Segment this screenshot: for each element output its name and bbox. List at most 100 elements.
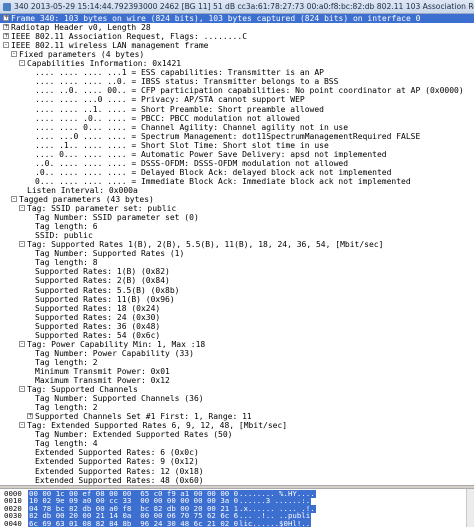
collapse-icon[interactable]: -: [11, 196, 17, 202]
packet-bytes-pane[interactable]: 0000 00 00 1c 00 ef 08 00 00 65 c0 f9 a1 …: [0, 489, 474, 527]
tree-row[interactable]: - Tag: Supported Rates 1(B), 2(B), 5.5(B)…: [0, 240, 474, 249]
tree-row[interactable]: .... .... .0.. .... = PBCC: PBCC modulat…: [0, 114, 474, 123]
collapse-icon[interactable]: -: [19, 340, 25, 347]
tree-row[interactable]: Supported Rates: 1(B) (0x82): [0, 267, 474, 276]
collapse-icon[interactable]: -: [3, 42, 9, 49]
tree-row[interactable]: Supported Rates: 24 (0x30): [0, 313, 474, 322]
tree-row[interactable]: Supported Rates: 2(B) (0x84): [0, 276, 474, 285]
tree-row[interactable]: ..0. .... .... .... = DSSS-OFDM: DSSS-OF…: [0, 159, 474, 168]
tree-row[interactable]: Tag Number: Supported Channels (36): [0, 394, 474, 403]
tree-row[interactable]: - Fixed parameters (4 bytes): [0, 50, 474, 59]
tree-row[interactable]: Supported Rates: 5.5(B) (0x8b): [0, 286, 474, 295]
tree-row[interactable]: + Frame 340: 103 bytes on wire (824 bits)…: [0, 14, 474, 23]
tree-row[interactable]: + IEEE 802.11 Association Request, Flags:…: [0, 32, 474, 41]
window-title: 340 2013-05-29 15:14:44.792393000 2462 […: [14, 2, 474, 11]
tree-row-label: Tagged parameters (43 bytes): [19, 195, 154, 204]
tree-row[interactable]: Tag length: 2: [0, 403, 474, 412]
tree-row[interactable]: Supported Rates: 18 (0x24): [0, 304, 474, 313]
tree-row[interactable]: 0... .... .... .... = Immediate Block Ac…: [0, 177, 474, 186]
expand-icon[interactable]: +: [3, 15, 9, 21]
collapse-icon[interactable]: -: [19, 386, 25, 393]
tree-row[interactable]: Tag length: 6: [0, 222, 474, 231]
tree-row[interactable]: .0.. .... .... .... = Delayed Block Ack:…: [0, 168, 474, 177]
expand-icon[interactable]: +: [27, 413, 33, 420]
tree-row[interactable]: Extended Supported Rates: 48 (0x60): [0, 476, 474, 485]
tree-row[interactable]: .... .... ...0 .... = Privacy: AP/STA ca…: [0, 95, 474, 104]
tree-row-label: ..0. .... .... .... = DSSS-OFDM: DSSS-OF…: [35, 158, 349, 168]
tree-row-label: SSID: public: [35, 231, 93, 241]
tree-row[interactable]: Minimum Transmit Power: 0x01: [0, 367, 474, 376]
tree-row-label: Tag: SSID parameter set: public: [27, 204, 177, 214]
tree-row[interactable]: + Supported Channels Set #1 First: 1, Ran…: [0, 412, 474, 421]
expand-icon[interactable]: +: [3, 33, 9, 40]
tree-row[interactable]: .... .... .... ...1 = ESS capabilities: …: [0, 68, 474, 77]
tree-row[interactable]: - Tag: Supported Channels: [0, 385, 474, 394]
packet-details-tree[interactable]: + Frame 340: 103 bytes on wire (824 bits)…: [0, 14, 474, 485]
tree-row-label: Supported Rates: 24 (0x30): [35, 312, 161, 322]
tree-row-label: Supported Rates: 36 (0x48): [35, 321, 161, 331]
hex-row[interactable]: 0040 6c 69 63 01 08 82 84 8b 96 24 30 48 …: [0, 518, 474, 527]
tree-row-label: Radiotap Header v0, Length 28: [11, 23, 151, 33]
tree-row-label: Tag length: 4: [35, 439, 98, 449]
collapse-icon[interactable]: -: [19, 205, 25, 212]
tree-row[interactable]: - IEEE 802.11 wireless LAN management fra…: [0, 41, 474, 50]
collapse-icon[interactable]: -: [11, 51, 17, 58]
tree-row-label: .... .... ..1. .... = Short Preamble: Sh…: [35, 104, 324, 114]
tree-row[interactable]: Supported Rates: 54 (0x6c): [0, 331, 474, 340]
tree-row-label: Tag length: 2: [35, 403, 98, 413]
tree-row-label: Supported Channels Set #1 First: 1, Rang…: [35, 412, 252, 422]
tree-row[interactable]: Tag length: 2: [0, 358, 474, 367]
tree-row[interactable]: .... .... .... ..0. = IBSS status: Trans…: [0, 77, 474, 86]
bytes-pane-scrollbar[interactable]: [466, 489, 474, 527]
tree-row-label: Fixed parameters (4 bytes): [19, 50, 145, 60]
tree-row-label: Tag length: 2: [35, 357, 98, 367]
collapse-icon[interactable]: -: [19, 60, 25, 67]
expand-icon[interactable]: +: [3, 24, 9, 31]
tree-row[interactable]: - Tag: SSID parameter set: public: [0, 204, 474, 213]
tree-row-label: Supported Rates: 18 (0x24): [35, 303, 161, 313]
tree-row[interactable]: Tag length: 4: [0, 439, 474, 448]
tree-row-label: Supported Rates: 11(B) (0x96): [35, 294, 175, 304]
tree-row-label: Listen Interval: 0x000a: [27, 185, 138, 195]
wireshark-app-icon: [3, 3, 11, 11]
tree-row[interactable]: - Tag: Extended Supported Rates 6, 9, 12,…: [0, 421, 474, 430]
tree-row[interactable]: .... .... 0... .... = Channel Agility: C…: [0, 123, 474, 132]
tree-row-label: .... .... ...0 .... = Privacy: AP/STA ca…: [35, 95, 305, 105]
tree-row[interactable]: Extended Supported Rates: 9 (0x12): [0, 457, 474, 466]
tree-row-label: Extended Supported Rates: 9 (0x12): [35, 457, 199, 467]
tree-row[interactable]: .... .... ..1. .... = Short Preamble: Sh…: [0, 105, 474, 114]
tree-row[interactable]: - Capabilities Information: 0x1421: [0, 59, 474, 68]
tree-row-label: Tag Number: Supported Channels (36): [35, 394, 204, 404]
tree-row[interactable]: Tag Number: Supported Rates (1): [0, 249, 474, 258]
tree-row-label: 0... .... .... .... = Immediate Block Ac…: [35, 176, 411, 186]
tree-row[interactable]: Supported Rates: 11(B) (0x96): [0, 295, 474, 304]
tree-row[interactable]: Extended Supported Rates: 6 (0x0c): [0, 448, 474, 457]
tree-row-label: Supported Rates: 2(B) (0x84): [35, 276, 170, 286]
tree-row[interactable]: .... 0... .... .... = Automatic Power Sa…: [0, 150, 474, 159]
tree-row[interactable]: Tag Number: SSID parameter set (0): [0, 213, 474, 222]
collapse-icon[interactable]: -: [19, 422, 25, 429]
tree-row[interactable]: Maximum Transmit Power: 0x12: [0, 376, 474, 385]
window-titlebar: 340 2013-05-29 15:14:44.792393000 2462 […: [0, 0, 474, 14]
tree-row[interactable]: Listen Interval: 0x000a: [0, 186, 474, 195]
tree-row-label: IEEE 802.11 wireless LAN management fram…: [11, 41, 209, 51]
tree-row[interactable]: SSID: public: [0, 231, 474, 240]
tree-row[interactable]: Tag Number: Extended Supported Rates (50…: [0, 430, 474, 439]
tree-row-label: Extended Supported Rates: 48 (0x60): [35, 475, 204, 485]
tree-row[interactable]: Tag Number: Power Capability (33): [0, 349, 474, 358]
tree-row[interactable]: + Radiotap Header v0, Length 28: [0, 23, 474, 32]
tree-row[interactable]: Supported Rates: 36 (0x48): [0, 322, 474, 331]
tree-row[interactable]: Tag length: 8: [0, 258, 474, 267]
hex-ascii: lic......$0Hl!..: [238, 518, 312, 527]
tree-row-label: Supported Rates: 1(B) (0x82): [35, 267, 170, 277]
tree-row[interactable]: - Tag: Power Capability Min: 1, Max :18: [0, 340, 474, 349]
tree-row[interactable]: .... ..0. .... 00.. = CFP participation …: [0, 86, 474, 95]
tree-row-label: Tag Number: Extended Supported Rates (50…: [35, 430, 233, 440]
tree-row-label: Maximum Transmit Power: 0x12: [35, 376, 170, 385]
tree-row[interactable]: .... ...0 .... .... = Spectrum Managemen…: [0, 132, 474, 141]
tree-row-label: Tag length: 6: [35, 222, 98, 232]
collapse-icon[interactable]: -: [19, 241, 25, 248]
tree-row[interactable]: - Tagged parameters (43 bytes): [0, 195, 474, 204]
tree-row[interactable]: .... .1.. .... .... = Short Slot Time: S…: [0, 141, 474, 150]
tree-row[interactable]: Extended Supported Rates: 12 (0x18): [0, 467, 474, 476]
